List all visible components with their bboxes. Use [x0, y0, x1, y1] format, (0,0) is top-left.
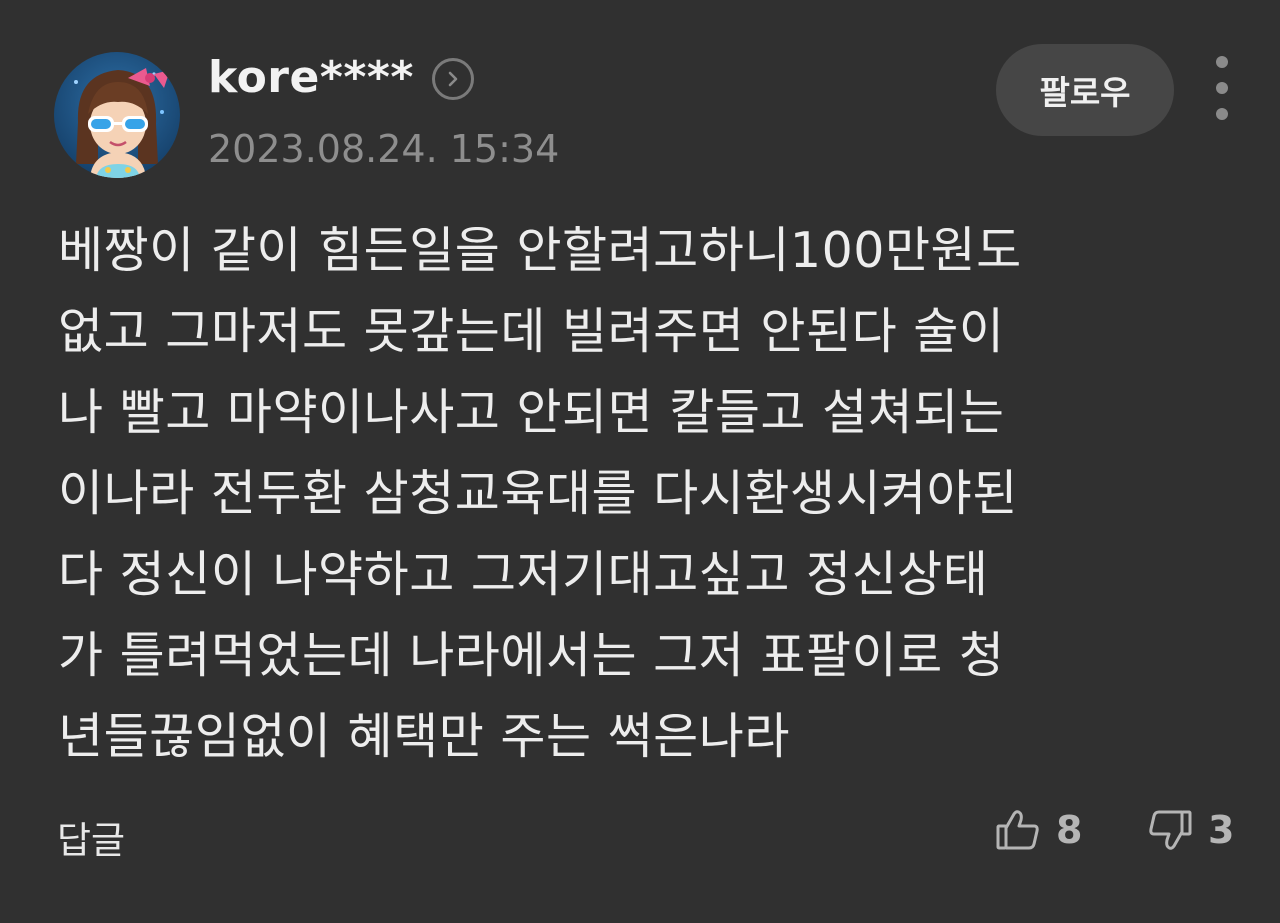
vertical-ellipsis-icon[interactable] [1205, 56, 1239, 120]
dislike-button[interactable]: 3 [1146, 806, 1234, 854]
author-name[interactable]: kore**** [208, 52, 414, 103]
comment-line: 가 틀려먹었는데 나라에서는 그저 표팔이로 청 [58, 627, 1005, 684]
comment-line: 나 빨고 마약이나사고 안되면 칼들고 설쳐되는 [58, 384, 1005, 441]
author-avatar[interactable] [54, 52, 180, 178]
like-count: 8 [1056, 808, 1083, 852]
comment-line: 베짱이 같이 힘든일을 안할려고하니100만원도 [58, 222, 1022, 279]
thumbs-down-icon [1149, 810, 1192, 850]
avatar-image [54, 52, 180, 178]
chevron-right-circle-icon[interactable] [432, 58, 474, 100]
comment-line: 다 정신이 나약하고 그저기대고싶고 정신상태 [58, 546, 989, 603]
comment-line: 이나라 전두환 삼청교육대를 다시환생시켜야된 [58, 465, 1018, 522]
like-button[interactable]: 8 [994, 806, 1082, 854]
dislike-count: 3 [1208, 808, 1235, 852]
follow-button[interactable]: 팔로우 [996, 44, 1174, 136]
comment-body: 베짱이 같이 힘든일을 안할려고하니100만원도 없고 그마저도 못갚는데 빌려… [58, 210, 1228, 777]
comment-timestamp: 2023.08.24. 15:34 [208, 127, 560, 171]
comment-line: 년들끊임없이 혜택만 주는 썩은나라 [58, 708, 790, 765]
thumbs-up-icon [996, 810, 1039, 850]
reply-button[interactable]: 답글 [57, 810, 125, 864]
comment-line: 없고 그마저도 못갚는데 빌려주면 안된다 술이 [58, 303, 1005, 360]
